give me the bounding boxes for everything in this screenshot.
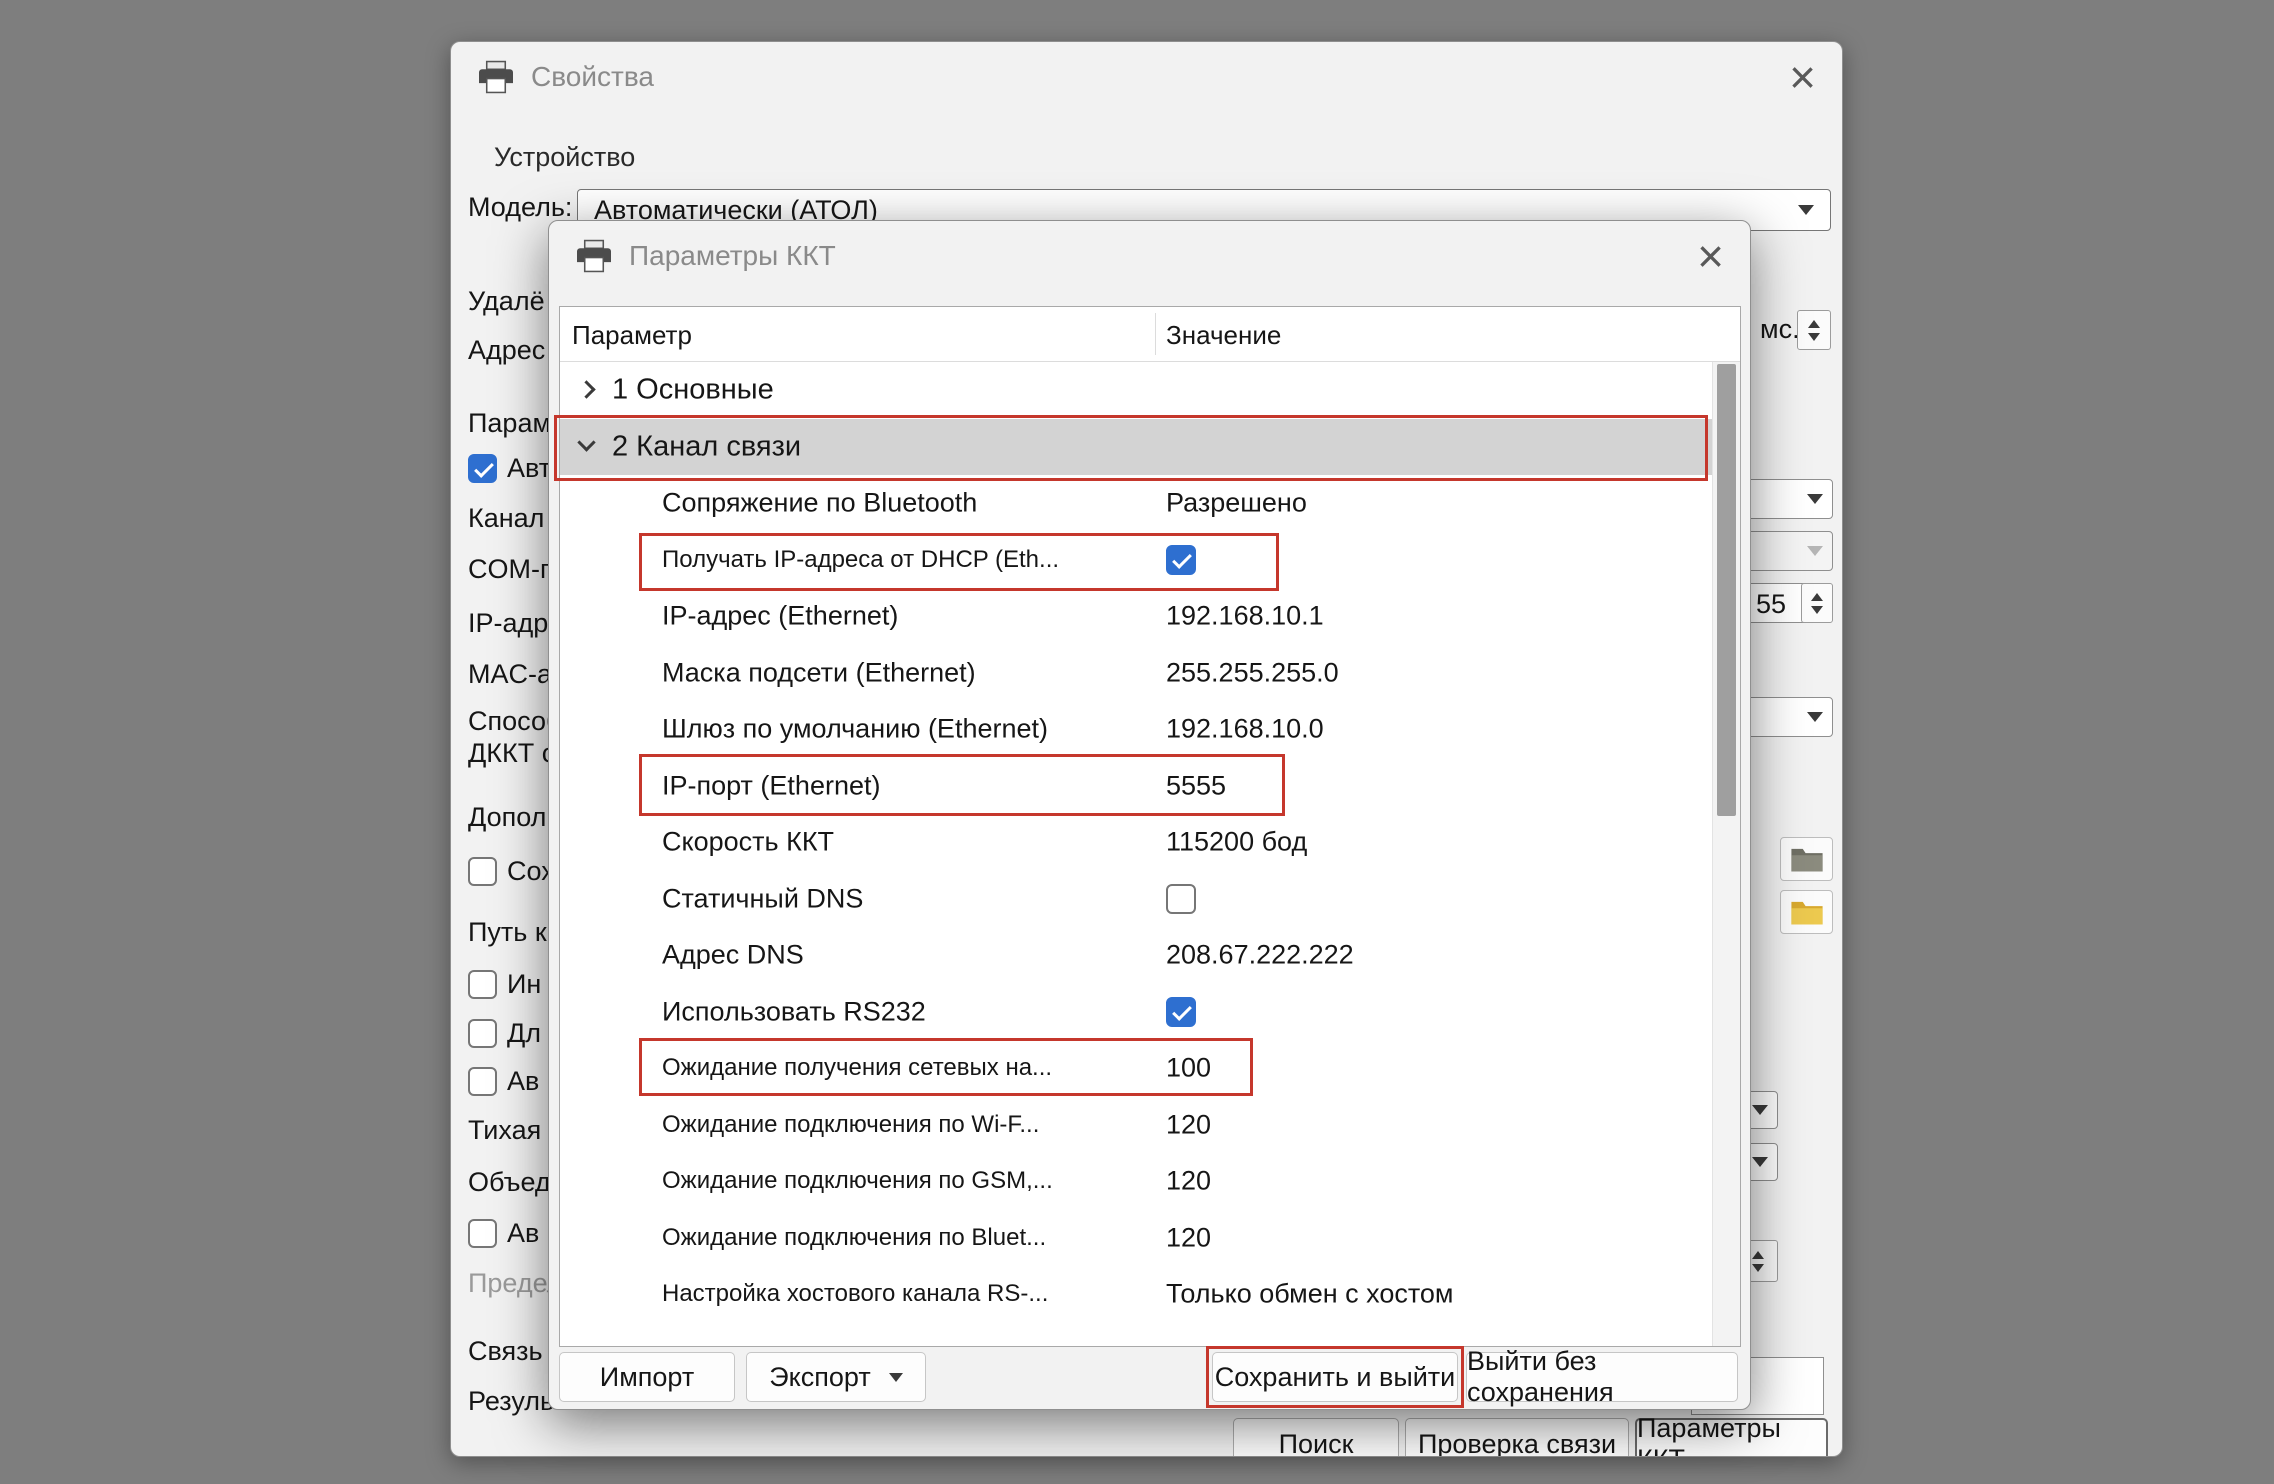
bg-checkbox-row[interactable]: Дл bbox=[468, 1013, 541, 1053]
bg-label: Резуль bbox=[468, 1381, 554, 1421]
checkbox[interactable] bbox=[468, 970, 497, 999]
table-row[interactable]: Сопряжение по BluetoothРазрешено bbox=[560, 475, 1714, 532]
table-row[interactable]: IP-адрес (Ethernet)192.168.10.1 bbox=[560, 588, 1714, 645]
dropdown-arrow-icon bbox=[1752, 1105, 1768, 1115]
spinner-up-icon[interactable] bbox=[1808, 320, 1820, 328]
checkbox[interactable] bbox=[468, 1067, 497, 1096]
save-and-exit-button[interactable]: Сохранить и выйти bbox=[1212, 1352, 1458, 1402]
open-folder-button[interactable] bbox=[1780, 890, 1833, 934]
checkbox[interactable] bbox=[1166, 884, 1196, 914]
column-separator bbox=[1155, 313, 1156, 355]
browse-folder-button[interactable] bbox=[1780, 837, 1833, 881]
table-row[interactable]: Настройка хостового канала RS-...Только … bbox=[560, 1266, 1714, 1323]
checkbox[interactable] bbox=[1166, 997, 1196, 1027]
table-row[interactable]: Статичный DNS bbox=[560, 871, 1714, 928]
bg-checkbox-row[interactable]: Ав bbox=[468, 1061, 539, 1101]
properties-titlebar[interactable]: Свойства × bbox=[451, 42, 1842, 112]
bg-label: Парам bbox=[468, 403, 551, 443]
search-button[interactable]: Поиск bbox=[1233, 1418, 1399, 1457]
bg-label: Связь bbox=[468, 1331, 543, 1371]
bg-checkbox-row[interactable]: Ав bbox=[468, 1213, 539, 1253]
bg-label: COM-п bbox=[468, 549, 555, 589]
dialog-title: Параметры ККТ bbox=[629, 240, 836, 272]
bg-label: Канал bbox=[468, 498, 544, 538]
table-body: 1 Основные 2 Канал связи Сопряжение по B… bbox=[560, 362, 1714, 1346]
bg-checkbox-row[interactable]: Ин bbox=[468, 964, 541, 1004]
bg-checkbox-row[interactable]: Авт bbox=[468, 448, 551, 488]
group-row-selected[interactable]: 2 Канал связи bbox=[560, 419, 1714, 476]
dialog-title: Свойства bbox=[531, 61, 654, 93]
dropdown-arrow-icon bbox=[1752, 1157, 1768, 1167]
group-row[interactable]: 1 Основные bbox=[560, 362, 1714, 419]
checkbox[interactable] bbox=[1166, 545, 1196, 575]
table-row[interactable]: Адрес DNS208.67.222.222 bbox=[560, 927, 1714, 984]
table-row[interactable]: Получать IP-адреса от DHCP (Eth... bbox=[560, 532, 1714, 589]
chevron-down-icon[interactable] bbox=[577, 433, 595, 451]
table-row[interactable]: Скорость ККТ115200 бод bbox=[560, 814, 1714, 871]
bg-label: MAC-а bbox=[468, 654, 552, 694]
table-row[interactable]: Ожидание подключения по Bluet...120 bbox=[560, 1210, 1714, 1267]
bg-checkbox-row[interactable]: Сох bbox=[468, 851, 555, 891]
bg-label: Удалё bbox=[468, 281, 545, 321]
folder-open-icon bbox=[1790, 899, 1824, 926]
ms-spinner[interactable] bbox=[1797, 310, 1831, 350]
spinner-up-icon[interactable] bbox=[1811, 593, 1823, 601]
device-group-label: Устройство bbox=[494, 142, 635, 173]
bg-label: ДККТ с bbox=[468, 733, 555, 773]
import-button[interactable]: Импорт bbox=[559, 1352, 735, 1402]
spinner-down-icon[interactable] bbox=[1808, 333, 1820, 341]
port-value: 55 bbox=[1756, 589, 1786, 620]
table-row[interactable]: Ожидание подключения по Wi-F...120 bbox=[560, 1097, 1714, 1154]
desktop: { "colors": { "background": "#7e7e7e", "… bbox=[0, 0, 2274, 1484]
column-header-param: Параметр bbox=[572, 320, 692, 351]
checkbox[interactable] bbox=[468, 857, 497, 886]
kkt-params-dialog: Параметры ККТ × Параметр Значение 1 Осно… bbox=[548, 220, 1751, 1410]
exit-without-saving-button[interactable]: Выйти без сохранения bbox=[1466, 1352, 1738, 1402]
params-table: Параметр Значение 1 Основные 2 Канал свя… bbox=[559, 306, 1741, 1347]
printer-icon bbox=[575, 239, 613, 273]
spinner-up-icon[interactable] bbox=[1752, 1251, 1764, 1259]
dropdown-arrow-icon bbox=[1807, 494, 1823, 504]
bg-label: Объед bbox=[468, 1162, 551, 1202]
checkbox[interactable] bbox=[468, 1219, 497, 1248]
dropdown-arrow-icon bbox=[1798, 205, 1814, 215]
bg-label: Тихая bbox=[468, 1110, 541, 1150]
check-connection-button[interactable]: Проверка связи bbox=[1405, 1418, 1629, 1457]
chevron-right-icon[interactable] bbox=[577, 380, 595, 398]
spinner-down-icon[interactable] bbox=[1811, 606, 1823, 614]
table-row[interactable]: IP-порт (Ethernet)5555 bbox=[560, 758, 1714, 815]
dropdown-arrow-icon bbox=[1807, 546, 1823, 556]
folder-icon bbox=[1790, 846, 1824, 873]
ms-label: мс. bbox=[1760, 314, 1800, 345]
printer-icon bbox=[477, 60, 515, 94]
close-button[interactable]: × bbox=[1789, 54, 1816, 100]
kkt-params-button[interactable]: Параметры ККТ bbox=[1635, 1418, 1828, 1457]
table-row[interactable]: Шлюз по умолчанию (Ethernet)192.168.10.0 bbox=[560, 701, 1714, 758]
checkbox[interactable] bbox=[468, 454, 497, 483]
dropdown-arrow-icon bbox=[1807, 712, 1823, 722]
bg-label: Путь к bbox=[468, 912, 547, 952]
dropdown-arrow-icon[interactable] bbox=[889, 1373, 903, 1382]
model-label: Модель: bbox=[468, 192, 572, 223]
table-row[interactable]: Использовать RS232 bbox=[560, 984, 1714, 1041]
table-row[interactable]: Маска подсети (Ethernet)255.255.255.0 bbox=[560, 645, 1714, 702]
checkbox[interactable] bbox=[468, 1019, 497, 1048]
port-spinner[interactable] bbox=[1801, 583, 1833, 623]
close-button[interactable]: × bbox=[1697, 233, 1724, 279]
scrollbar-track[interactable] bbox=[1712, 362, 1740, 1346]
export-button[interactable]: Экспорт bbox=[746, 1352, 926, 1402]
table-row[interactable]: Ожидание получения сетевых на...100 bbox=[560, 1040, 1714, 1097]
table-row[interactable]: Ожидание подключения по GSM,...120 bbox=[560, 1153, 1714, 1210]
bg-label: Адрес bbox=[468, 330, 545, 370]
kkt-titlebar[interactable]: Параметры ККТ × bbox=[549, 221, 1750, 291]
bg-label: Допол bbox=[468, 797, 546, 837]
spinner-down-icon[interactable] bbox=[1752, 1264, 1764, 1272]
column-header-value: Значение bbox=[1166, 320, 1281, 351]
scrollbar-thumb[interactable] bbox=[1717, 364, 1736, 816]
table-header: Параметр Значение bbox=[560, 307, 1740, 362]
